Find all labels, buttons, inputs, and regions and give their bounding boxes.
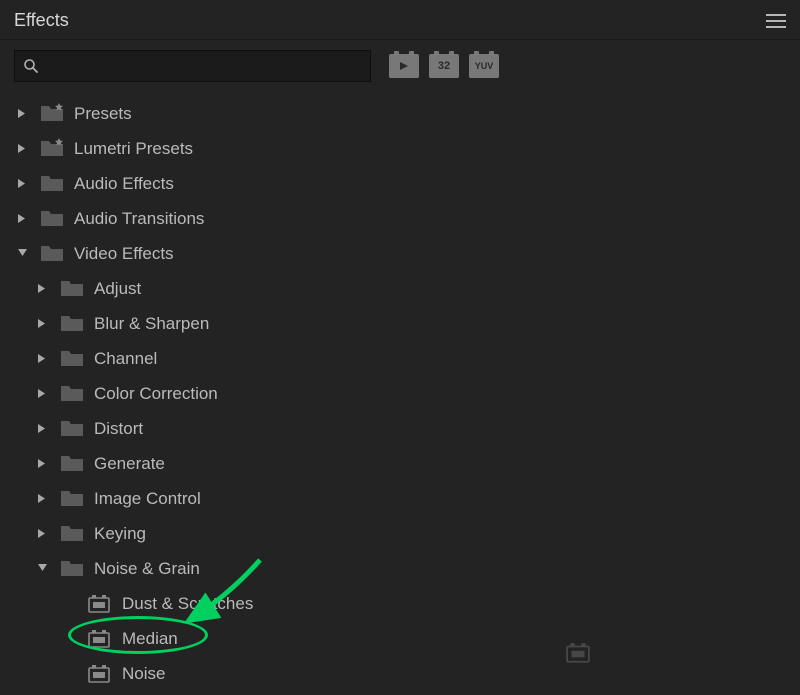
folder-icon [60,350,84,368]
tree-label: Presets [74,104,132,124]
tree-item-presets[interactable]: Presets [0,96,800,131]
effect-icon [88,630,110,648]
tree-item-median[interactable]: Median [0,621,800,656]
folder-icon [60,455,84,473]
folder-icon [60,385,84,403]
tree-label: Generate [94,454,165,474]
folder-icon [60,280,84,298]
tree-label: Image Control [94,489,201,509]
chevron-right-icon [14,176,30,192]
chevron-down-icon [34,561,50,577]
folder-icon [40,245,64,263]
folder-icon [60,420,84,438]
chevron-right-icon [34,456,50,472]
tree-item-distort[interactable]: Distort [0,411,800,446]
toolbar: 32 YUV [0,40,800,92]
tree-label: Distort [94,419,143,439]
chevron-right-icon [14,141,30,157]
chevron-right-icon [14,106,30,122]
tree-label: Video Effects [74,244,174,264]
tree-label: Keying [94,524,146,544]
search-icon [23,58,39,74]
folder-icon [40,175,64,193]
tree-label: Noise [122,664,165,684]
chevron-right-icon [14,211,30,227]
folder-icon [60,315,84,333]
folder-icon [40,210,64,228]
chevron-down-icon [14,246,30,262]
folder-star-icon [40,140,64,158]
tree-label: Audio Transitions [74,209,204,229]
folder-icon [60,490,84,508]
folder-star-icon [40,105,64,123]
chevron-right-icon [34,491,50,507]
tree-label: Audio Effects [74,174,174,194]
panel-title: Effects [14,10,69,31]
tree-item-video-effects[interactable]: Video Effects [0,236,800,271]
effects-tree: Presets Lumetri Presets Audio Effects Au… [0,92,800,695]
filter-icons: 32 YUV [389,54,499,78]
tree-item-audio-transitions[interactable]: Audio Transitions [0,201,800,236]
chevron-right-icon [34,281,50,297]
chevron-right-icon [34,351,50,367]
chevron-right-icon [34,386,50,402]
tree-item-channel[interactable]: Channel [0,341,800,376]
tree-label: Adjust [94,279,141,299]
panel-menu-button[interactable] [766,12,786,30]
tree-item-keying[interactable]: Keying [0,516,800,551]
tree-item-color-correction[interactable]: Color Correction [0,376,800,411]
tree-label: Dust & Scratches [122,594,253,614]
accelerated-filter-icon[interactable] [389,54,419,78]
tree-item-adjust[interactable]: Adjust [0,271,800,306]
tree-item-lumetri-presets[interactable]: Lumetri Presets [0,131,800,166]
tree-item-generate[interactable]: Generate [0,446,800,481]
tree-label: Blur & Sharpen [94,314,209,334]
tree-label: Lumetri Presets [74,139,193,159]
tree-item-blur-sharpen[interactable]: Blur & Sharpen [0,306,800,341]
tree-item-image-control[interactable]: Image Control [0,481,800,516]
tree-label: Noise & Grain [94,559,200,579]
tree-label: Color Correction [94,384,218,404]
effect-icon [88,595,110,613]
chevron-right-icon [34,316,50,332]
search-box[interactable] [14,50,371,82]
tree-label: Median [122,629,178,649]
chevron-right-icon [34,421,50,437]
tree-item-noise[interactable]: Noise [0,656,800,691]
folder-icon [60,525,84,543]
effect-icon [88,665,110,683]
yuv-filter-icon[interactable]: YUV [469,54,499,78]
tree-item-audio-effects[interactable]: Audio Effects [0,166,800,201]
panel-header: Effects [0,0,800,40]
tree-label: Channel [94,349,157,369]
chevron-right-icon [34,526,50,542]
tree-item-dust-scratches[interactable]: Dust & Scratches [0,586,800,621]
tree-item-noise-grain[interactable]: Noise & Grain [0,551,800,586]
accelerated-badge-icon [566,643,590,668]
32bit-filter-icon[interactable]: 32 [429,54,459,78]
search-input[interactable] [45,58,362,74]
folder-icon [60,560,84,578]
